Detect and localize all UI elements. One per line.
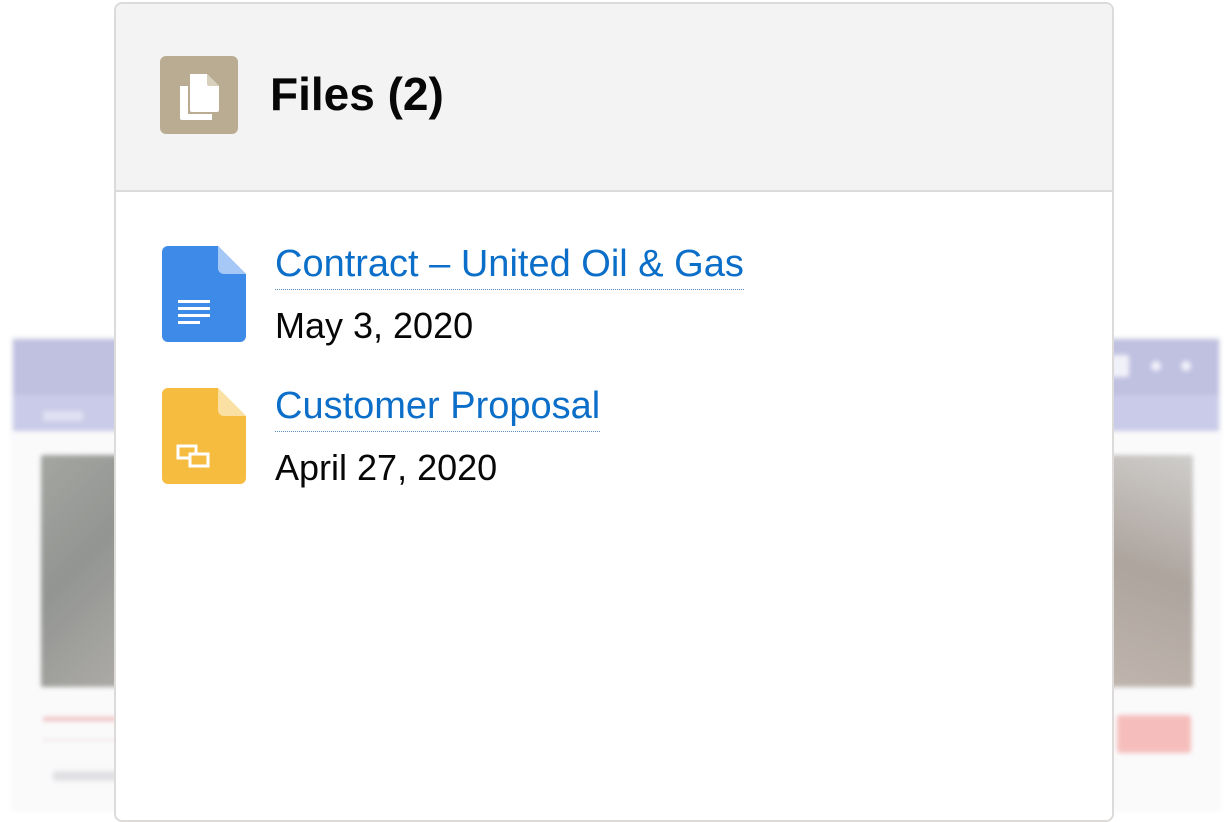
background-toolbar-icon — [1181, 361, 1191, 371]
google-doc-icon — [162, 246, 246, 342]
background-button — [1117, 715, 1191, 753]
files-icon — [160, 56, 238, 134]
files-card: Files (2) Contract – United Oil & Gas Ma… — [114, 2, 1114, 822]
background-image — [1103, 455, 1193, 687]
list-item[interactable]: Customer Proposal April 27, 2020 — [160, 384, 1060, 494]
background-text — [53, 771, 119, 781]
background-toolbar-icon — [1151, 361, 1161, 371]
google-slides-icon — [162, 388, 246, 484]
background-divider — [43, 739, 121, 741]
card-title: Files (2) — [270, 68, 444, 120]
card-header: Files (2) — [116, 4, 1112, 192]
file-link[interactable]: Contract – United Oil & Gas — [275, 242, 744, 290]
background-alert-text — [43, 717, 121, 721]
list-item[interactable]: Contract – United Oil & Gas May 3, 2020 — [160, 242, 1060, 352]
file-date: April 27, 2020 — [275, 447, 498, 488]
background-nav-item — [43, 411, 83, 421]
file-date: May 3, 2020 — [275, 305, 474, 346]
file-link[interactable]: Customer Proposal — [275, 384, 601, 432]
